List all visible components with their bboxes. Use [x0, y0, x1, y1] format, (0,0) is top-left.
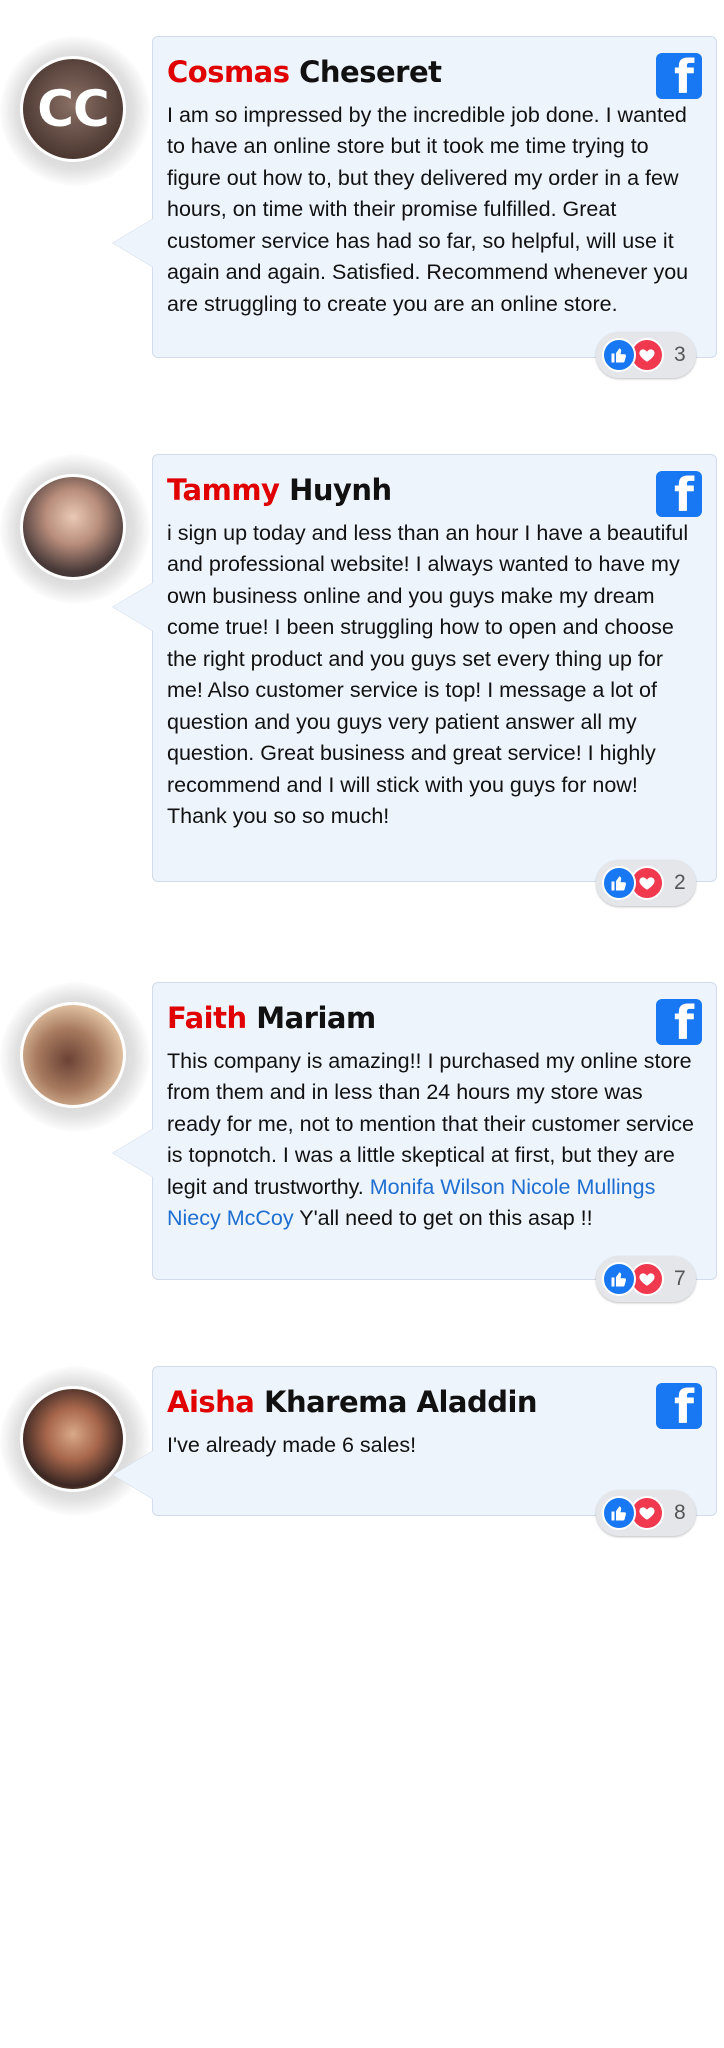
review-text: i sign up today and less than an hour I … — [167, 520, 689, 829]
bubble-tail — [113, 1451, 153, 1499]
avatar[interactable]: CC — [20, 56, 126, 162]
avatar[interactable] — [20, 1002, 126, 1108]
thumbs-up-icon — [611, 876, 627, 891]
review-text: I've already made 6 sales! — [167, 1432, 417, 1457]
heart-icon — [639, 349, 655, 362]
reviewer-last-name: Kharema Aladdin — [263, 1385, 538, 1419]
facebook-glyph: f — [673, 53, 694, 99]
facebook-glyph: f — [673, 1383, 694, 1429]
reviewer-last-name: Cheseret — [299, 55, 442, 89]
like-icon — [602, 338, 636, 372]
facebook-glyph: f — [673, 471, 694, 517]
facebook-icon[interactable]: f — [656, 999, 702, 1045]
heart-icon — [639, 1273, 655, 1286]
reaction-count: 3 — [674, 343, 686, 366]
avatar-initials: CC — [37, 80, 109, 138]
reviewer-name[interactable]: Cosmas Cheseret — [167, 55, 702, 90]
avatar[interactable] — [20, 474, 126, 580]
review-text-after: Y'all need to get on this asap !! — [299, 1206, 593, 1231]
review-text: This company is amazing!! I purchased my… — [167, 1046, 702, 1235]
reviewer-name[interactable]: Aisha Kharema Aladdin — [167, 1385, 702, 1420]
like-icon — [602, 866, 636, 900]
thumbs-up-icon — [611, 348, 627, 363]
bubble-tail — [113, 1129, 153, 1177]
facebook-icon[interactable]: f — [656, 471, 702, 517]
thumbs-up-icon — [611, 1272, 627, 1287]
facebook-icon[interactable]: f — [656, 1383, 702, 1429]
facebook-glyph: f — [673, 999, 694, 1045]
avatar-shadow — [0, 454, 150, 604]
reactions-pill[interactable]: 3 — [596, 332, 696, 378]
reviewer-name[interactable]: Tammy Huynh — [167, 473, 702, 508]
reviewer-last-name: Mariam — [256, 1001, 376, 1035]
reviewer-name[interactable]: Faith Mariam — [167, 1001, 702, 1036]
reactions-pill[interactable]: 7 — [596, 1256, 696, 1302]
thumbs-up-icon — [611, 1506, 627, 1521]
reaction-count: 7 — [674, 1267, 686, 1290]
bubble-tail — [113, 219, 153, 267]
comment-bubble: Faith Mariam This company is amazing!! I… — [113, 982, 717, 1280]
review-text: I am so impressed by the incredible job … — [167, 102, 689, 316]
avatar-shadow: CC — [0, 36, 150, 186]
reaction-count: 2 — [674, 871, 686, 894]
heart-icon — [639, 877, 655, 890]
like-icon — [602, 1262, 636, 1296]
reviewer-first-name: Cosmas — [167, 55, 290, 89]
bubble-tail — [113, 583, 153, 631]
reviewer-first-name: Tammy — [167, 473, 280, 507]
comment-bubble: Cosmas Cheseret I am so impressed by the… — [113, 36, 717, 358]
avatar-shadow — [0, 982, 150, 1132]
facebook-icon[interactable]: f — [656, 53, 702, 99]
reviewer-first-name: Aisha — [167, 1385, 255, 1419]
reactions-pill[interactable]: 2 — [596, 860, 696, 906]
like-icon — [602, 1496, 636, 1530]
heart-icon — [639, 1507, 655, 1520]
avatar[interactable] — [20, 1386, 126, 1492]
reviewer-last-name: Huynh — [289, 473, 392, 507]
reactions-pill[interactable]: 8 — [596, 1490, 696, 1536]
reaction-count: 8 — [674, 1501, 686, 1524]
reviewer-first-name: Faith — [167, 1001, 247, 1035]
comment-bubble: Tammy Huynh i sign up today and less tha… — [113, 454, 717, 882]
